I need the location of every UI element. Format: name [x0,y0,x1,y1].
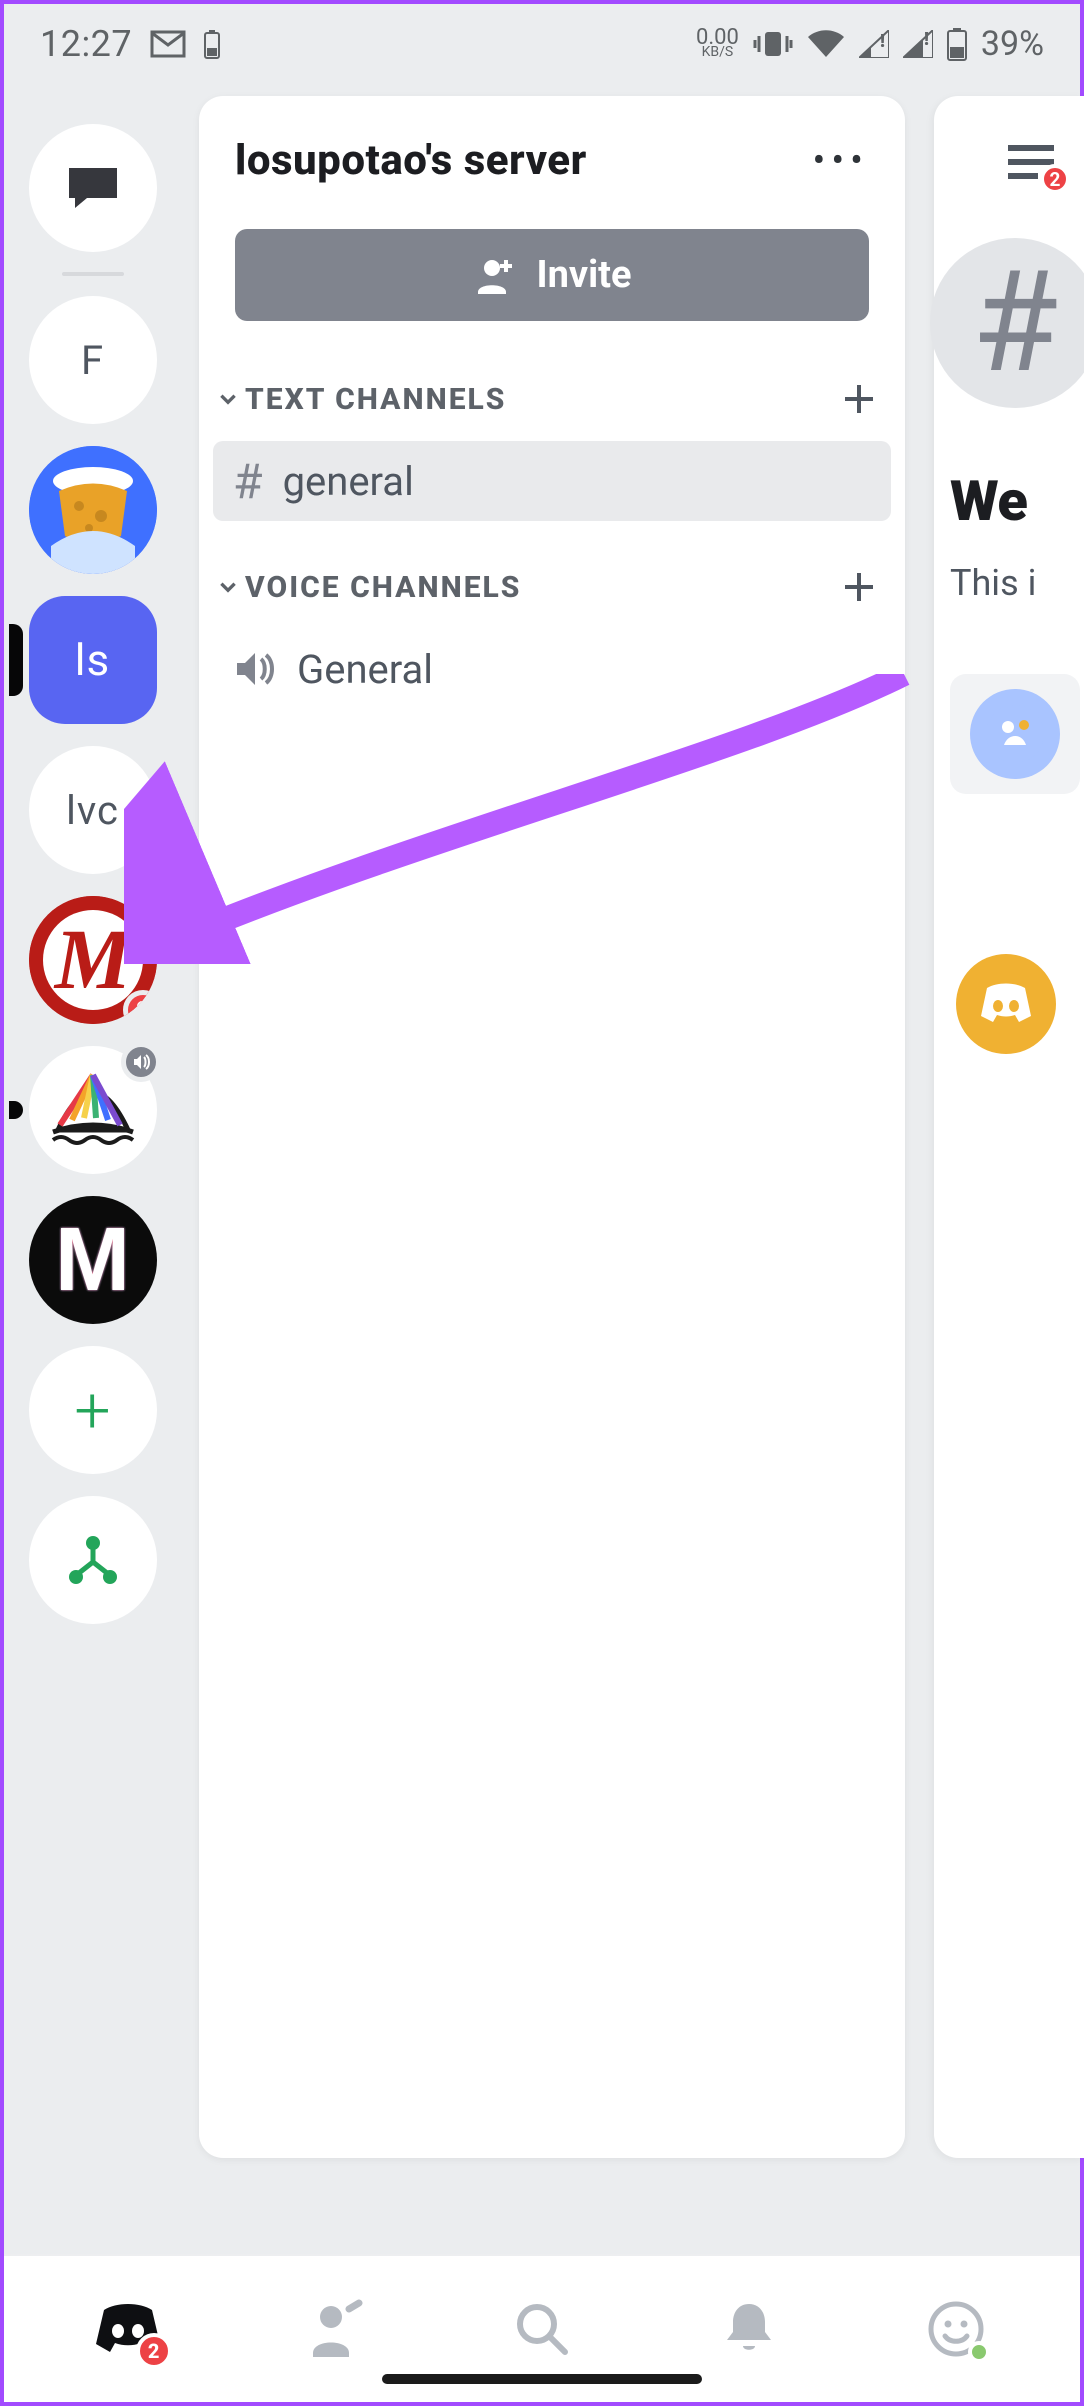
server-item-cheese[interactable] [29,446,157,574]
channel-panel: losupotao's server ••• Invite TEXT CHANN… [199,96,905,2158]
welcome-heading-fragment: We [950,468,1027,534]
invite-button[interactable]: Invite [235,229,869,321]
tab-search[interactable] [492,2279,592,2379]
tab-servers[interactable]: 2 [78,2279,178,2379]
voice-channels-label: VOICE CHANNELS [245,570,521,605]
server-initial: lvc [66,787,119,834]
text-channels-label: TEXT CHANNELS [245,382,506,417]
add-server-button[interactable]: + [29,1346,157,1474]
wifi-icon [807,29,845,59]
server-initial: F [81,337,104,384]
low-battery-icon [204,29,220,59]
active-server-indicator [9,624,23,696]
server-item-m-black[interactable]: M [29,1196,157,1324]
voice-channel-general[interactable]: General [213,629,891,709]
plus-icon [842,382,876,416]
server-initial: ls [75,634,110,686]
unread-indicator [9,1101,23,1119]
server-item-f[interactable]: F [29,296,157,424]
voice-channels-header[interactable]: VOICE CHANNELS [199,529,905,621]
status-time: 12:27 [40,23,132,65]
discover-servers-button[interactable] [29,1496,157,1624]
onboarding-card-icon [970,689,1060,779]
chat-peek-panel[interactable]: 2 # We This i [934,96,1084,2158]
add-text-channel-button[interactable] [839,379,879,419]
battery-icon [947,27,967,61]
search-icon [513,2300,571,2358]
server-item-lvc[interactable]: lvc [29,746,157,874]
server-more-icon[interactable]: ••• [813,139,869,183]
svg-text:!: ! [880,31,885,52]
hub-icon [64,1531,122,1589]
rail-separator [62,272,124,276]
welcome-subtitle-fragment: This i [950,562,1036,604]
vibrate-icon [753,28,793,60]
member-list-badge: 2 [1040,164,1070,194]
tab-notifications[interactable] [699,2279,799,2379]
speaker-icon [233,649,277,689]
direct-messages-button[interactable] [29,124,157,252]
server-item-m-red[interactable]: M 2 [29,896,157,1024]
tab-profile[interactable] [906,2279,1006,2379]
invite-label: Invite [536,253,631,297]
svg-text:!: ! [924,30,929,50]
svg-text:M: M [52,911,133,1007]
server-initial: M [55,1209,130,1312]
text-channel-general[interactable]: # general [213,441,891,521]
chevron-down-icon [217,576,239,598]
plus-icon [842,570,876,604]
text-channels-header[interactable]: TEXT CHANNELS [199,341,905,433]
android-nav-pill[interactable] [382,2374,702,2384]
bell-icon [723,2300,775,2358]
hash-icon: # [233,453,263,510]
voice-active-badge-icon [121,1042,161,1082]
add-voice-channel-button[interactable] [839,567,879,607]
android-status-bar: 12:27 0.00 KB/S ! ! [4,4,1080,84]
channel-hero-hash-icon: # [930,238,1084,408]
online-status-dot [968,2341,990,2363]
tab-friends[interactable] [285,2279,385,2379]
gmail-notification-icon [150,30,186,58]
server-rail: F ls lvc M 2 M + [20,124,165,1624]
chevron-down-icon [217,388,239,410]
servers-unread-badge: 2 [136,2333,172,2369]
discord-logo-icon [977,982,1035,1026]
channel-name: General [297,646,433,693]
data-rate-indicator: 0.00 KB/S [696,29,739,60]
data-rate-unit: KB/S [702,47,734,59]
signal-2-icon: ! [903,30,933,58]
discord-floating-button[interactable] [956,954,1056,1054]
server-title[interactable]: losupotao's server [235,136,587,185]
signal-1-icon: ! [859,30,889,58]
battery-percentage: 39% [981,24,1044,64]
onboarding-card[interactable] [950,674,1080,794]
server-item-selected-ls[interactable]: ls [29,596,157,724]
channel-name: general [283,458,414,505]
plus-icon: + [74,1373,110,1448]
waving-person-icon [305,2299,365,2359]
server-item-midjourney[interactable] [29,1046,157,1174]
invite-person-icon [472,256,516,294]
member-list-toggle-button[interactable]: 2 [1004,142,1066,190]
